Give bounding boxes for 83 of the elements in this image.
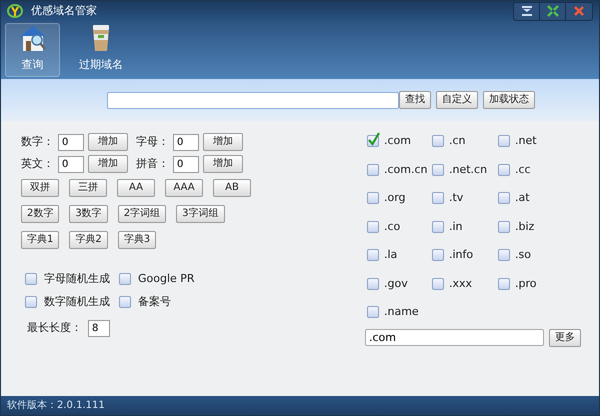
- domain-suffix-field[interactable]: .com: [365, 329, 544, 346]
- search-band-button[interactable]: 查找: [399, 91, 431, 109]
- tld-label: .pro: [515, 276, 536, 292]
- pattern-button[interactable]: 字典3: [118, 231, 156, 249]
- pattern-button[interactable]: 2数字: [21, 205, 60, 223]
- pattern-button[interactable]: 双拼: [21, 179, 59, 197]
- checkbox[interactable]: [119, 273, 131, 286]
- checkbox[interactable]: [498, 135, 510, 148]
- tld-label: .gov: [384, 276, 408, 292]
- checkbox[interactable]: [367, 192, 379, 204]
- count-field[interactable]: 0: [58, 134, 84, 150]
- checkbox[interactable]: [432, 192, 444, 204]
- field-label: 英文：: [21, 156, 54, 172]
- checkbox[interactable]: [498, 192, 510, 204]
- checkbox[interactable]: [432, 164, 444, 176]
- tld-label: .net.cn: [449, 162, 488, 178]
- search-field[interactable]: [107, 92, 399, 108]
- tld-label: .la: [384, 247, 398, 263]
- checkbox[interactable]: [432, 249, 444, 262]
- pattern-button[interactable]: 字典1: [21, 231, 60, 249]
- checkbox[interactable]: [432, 135, 444, 148]
- tld-label: .cc: [515, 162, 531, 178]
- checkbox[interactable]: [498, 164, 510, 176]
- toolbar-tab[interactable]: 过期域名: [66, 23, 136, 77]
- tld-label: .net: [515, 133, 537, 149]
- add-button[interactable]: 增加: [88, 155, 128, 173]
- checkbox[interactable]: [367, 220, 379, 233]
- checkbox-label: 字母随机生成: [44, 271, 110, 287]
- tld-label: .so: [515, 247, 531, 263]
- pattern-button[interactable]: AB: [213, 179, 251, 197]
- pattern-button[interactable]: 3数字: [69, 205, 108, 223]
- checkbox[interactable]: [432, 278, 444, 290]
- search-band-button[interactable]: 自定义: [436, 91, 478, 109]
- tld-label: .info: [449, 247, 474, 263]
- checkbox[interactable]: [498, 220, 510, 233]
- max-length-field[interactable]: 8: [88, 320, 110, 337]
- count-field[interactable]: 0: [58, 156, 84, 172]
- version-text: 软件版本：2.0.1.111: [7, 398, 105, 413]
- tld-label: .biz: [515, 218, 534, 234]
- field-label: 最长长度：: [27, 320, 82, 336]
- checkbox[interactable]: [119, 296, 131, 308]
- pattern-button[interactable]: AA: [117, 179, 155, 197]
- checkbox[interactable]: [367, 278, 379, 290]
- field-label: 拼音：: [136, 156, 169, 172]
- tld-label: .org: [384, 190, 406, 206]
- checkbox-label: 备案号: [138, 294, 171, 310]
- tld-label: .cn: [449, 133, 466, 149]
- checkbox[interactable]: [498, 249, 510, 262]
- checkbox-label: 数字随机生成: [44, 294, 110, 310]
- toolbar-tab[interactable]: 查询: [5, 23, 60, 77]
- tld-label: .com.cn: [384, 162, 428, 178]
- window-title: 优感域名管家: [31, 2, 97, 19]
- tld-label: .tv: [449, 190, 464, 206]
- checkbox[interactable]: [367, 249, 379, 262]
- app-logo-icon: [7, 4, 23, 18]
- tld-label: .name: [384, 304, 419, 320]
- pattern-button[interactable]: 三拼: [69, 179, 107, 197]
- tld-label: .at: [515, 190, 530, 206]
- tld-label: .xxx: [449, 276, 472, 292]
- checkbox[interactable]: [432, 220, 444, 233]
- checkbox[interactable]: [498, 278, 510, 290]
- search-band-button[interactable]: 加载状态: [483, 91, 535, 109]
- pattern-button[interactable]: 字典2: [69, 231, 108, 249]
- add-button[interactable]: 增加: [88, 133, 128, 151]
- pattern-button[interactable]: 2字词组: [118, 205, 166, 223]
- checkbox[interactable]: [367, 135, 379, 148]
- tld-label: .com: [384, 133, 411, 149]
- checkbox[interactable]: [367, 164, 379, 176]
- checkbox[interactable]: [25, 273, 37, 286]
- checkbox-label: Google PR: [138, 271, 195, 287]
- add-button[interactable]: 增加: [203, 155, 243, 173]
- field-label: 字母：: [136, 134, 169, 150]
- pattern-button[interactable]: AAA: [165, 179, 203, 197]
- more-button[interactable]: 更多: [549, 328, 581, 346]
- tld-label: .co: [384, 218, 400, 234]
- count-field[interactable]: 0: [173, 156, 199, 172]
- checkbox[interactable]: [367, 306, 379, 318]
- field-label: 数字：: [21, 134, 54, 150]
- pattern-button[interactable]: 3字词组: [176, 205, 224, 223]
- tld-label: .in: [449, 218, 463, 234]
- add-button[interactable]: 增加: [203, 133, 243, 151]
- count-field[interactable]: 0: [173, 134, 199, 150]
- checkbox[interactable]: [25, 296, 37, 308]
